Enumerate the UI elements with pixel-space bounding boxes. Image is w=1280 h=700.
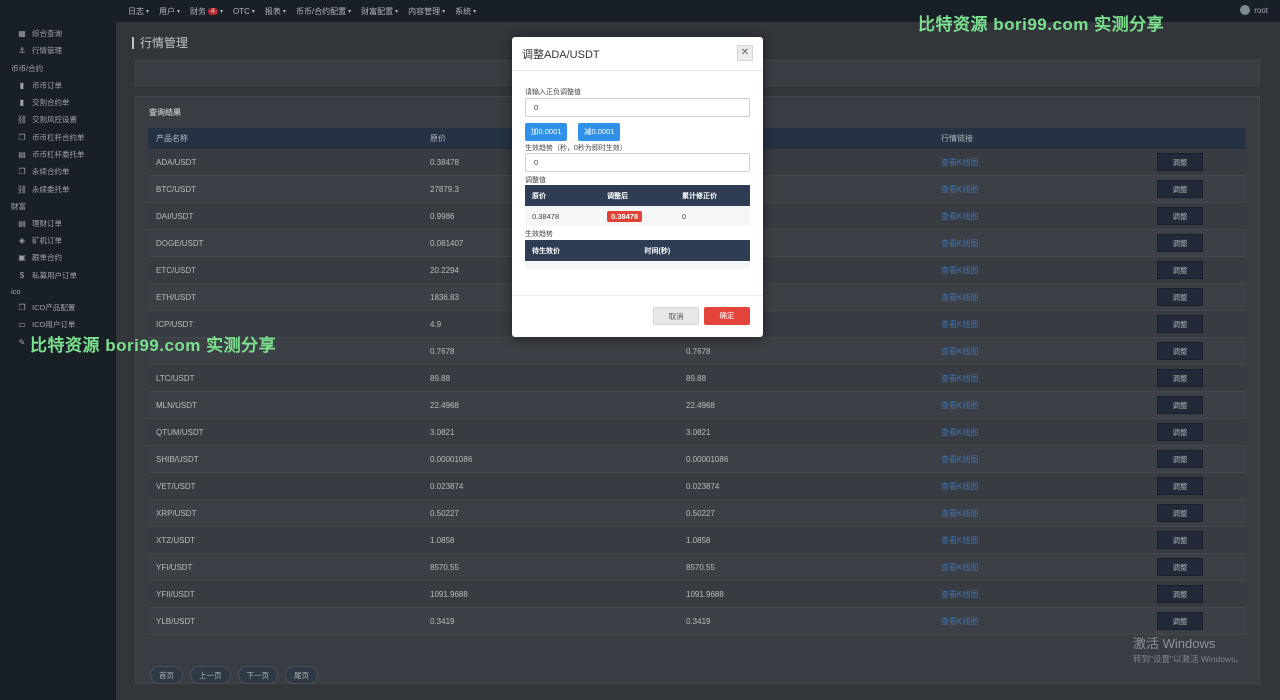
adjust-col-cumulative: 累计修正价 bbox=[682, 192, 717, 200]
modal-title: 调整ADA/USDT bbox=[512, 37, 763, 71]
adjust-table-header: 原价 调整后 累计修正价 bbox=[525, 185, 750, 206]
trend-col-time: 时间(秒) bbox=[644, 247, 671, 255]
trend-table-header: 待生效价 时间(秒) bbox=[525, 240, 750, 261]
adjust-col-after: 调整后 bbox=[607, 192, 628, 200]
trend-table: 待生效价 时间(秒) bbox=[525, 240, 750, 269]
watermark-middle: 比特资源 bori99.com 实测分享 bbox=[30, 336, 277, 355]
trend-time-label: 生效趋势（秒，0秒为即时生效） bbox=[525, 145, 627, 152]
adjust-after-value: 0.38478 bbox=[607, 210, 643, 222]
close-icon[interactable]: ✕ bbox=[737, 45, 753, 61]
cancel-button[interactable]: 取消 bbox=[653, 307, 699, 325]
trend-col-pending: 待生效价 bbox=[532, 247, 560, 255]
adjust-section-label: 调整值 bbox=[525, 177, 546, 184]
watermark-top: 比特资源 bori99.com 实测分享 bbox=[918, 15, 1165, 34]
adjust-cumulative-value: 0 bbox=[682, 211, 687, 221]
adjust-modal: 调整ADA/USDT ✕ 请输入正负调整值 0 加0.0001 减0.0001 … bbox=[512, 37, 763, 337]
confirm-button[interactable]: 确定 bbox=[704, 307, 750, 325]
subtract-step-button[interactable]: 减0.0001 bbox=[578, 123, 621, 141]
add-step-button[interactable]: 加0.0001 bbox=[525, 123, 568, 141]
adjust-input-label: 请输入正负调整值 bbox=[525, 89, 581, 96]
adjust-table-row: 0.38478 0.38478 0 bbox=[525, 206, 750, 226]
trend-time-input[interactable]: 0 bbox=[525, 153, 750, 172]
adjust-col-original: 原价 bbox=[532, 192, 546, 200]
adjust-table: 原价 调整后 累计修正价 0.38478 0.38478 0 bbox=[525, 185, 750, 226]
windows-activation-subtitle: 转到"设置"以激活 Windows。 bbox=[1133, 654, 1244, 664]
trend-table-empty-row bbox=[525, 261, 750, 269]
adjust-value-input[interactable]: 0 bbox=[525, 98, 750, 117]
adjust-original-value: 0.38478 bbox=[532, 211, 560, 221]
trend-section-label: 生效趋势 bbox=[525, 231, 553, 238]
modal-footer: 取消 确定 bbox=[512, 295, 763, 337]
windows-activation-title: 激活 Windows bbox=[1133, 636, 1216, 651]
